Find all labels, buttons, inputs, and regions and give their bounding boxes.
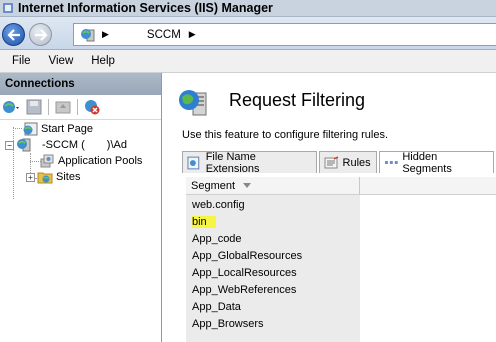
cell-segment: App_GlobalResources	[192, 250, 303, 262]
sort-down-icon	[243, 183, 251, 188]
tree-item-start-page[interactable]: Start Page	[20, 121, 93, 137]
table-row[interactable]: App_LocalResources	[186, 265, 297, 281]
cell-segment: App_Data	[192, 301, 241, 313]
extensions-icon	[187, 156, 200, 169]
tree-label-start-page: Start Page	[41, 123, 93, 135]
expand-toggle[interactable]: +	[26, 172, 35, 182]
column-label: Segment	[191, 180, 236, 192]
connect-globe-icon[interactable]	[2, 98, 20, 116]
start-page-icon	[23, 122, 38, 136]
forward-button[interactable]	[29, 23, 52, 46]
grid-body: web.config bin App_code App_GlobalResour…	[186, 195, 360, 342]
page-title: Request Filtering	[229, 90, 366, 110]
iis-icon	[3, 3, 13, 13]
sites-folder-icon	[37, 172, 53, 184]
segments-grid: Segment web.config bin App_code App_Glob…	[186, 177, 496, 342]
table-row[interactable]: App_code	[186, 231, 242, 247]
menu-help[interactable]: Help	[82, 55, 124, 67]
tree-item-app-pools[interactable]: Application Pools	[37, 153, 142, 169]
table-row[interactable]: App_Browsers	[186, 316, 264, 332]
disconnect-icon[interactable]	[83, 98, 101, 116]
cell-segment: bin	[192, 216, 216, 228]
tree-label-server-suffix: )\Ad	[106, 139, 127, 151]
tab-label: Rules	[342, 156, 371, 169]
table-row[interactable]: App_WebReferences	[186, 282, 296, 298]
table-row[interactable]: App_GlobalResources	[186, 248, 302, 264]
tree-label-app-pools: Application Pools	[58, 155, 143, 167]
arrow-right-icon	[34, 28, 48, 41]
title-bar: Internet Information Services (IIS) Mana…	[0, 0, 496, 17]
tree-item-server[interactable]: − -SCCM ( )\Ad	[5, 137, 127, 153]
connections-toolbar	[0, 95, 161, 120]
address-bar: ▶ SCCM ▶	[0, 17, 496, 50]
arrow-left-icon	[6, 28, 20, 41]
connections-tree: Start Page − -SCCM ( )\Ad Application Po…	[0, 120, 161, 320]
table-row[interactable]: web.config	[186, 197, 245, 213]
save-icon[interactable]	[25, 98, 43, 116]
tab-rules[interactable]: Rules	[318, 151, 377, 173]
breadcrumb-chevron-icon[interactable]: ▶	[189, 29, 196, 40]
up-level-icon[interactable]	[54, 98, 72, 116]
back-button[interactable]	[2, 23, 25, 46]
feature-tabs: File Name Extensions Rules Hidden Segmen…	[182, 150, 496, 175]
tree-label-sites: Sites	[56, 171, 81, 183]
tree-label-server: -SCCM (	[42, 139, 85, 151]
breadcrumb-chevron-icon[interactable]: ▶	[102, 29, 109, 40]
toolbar-divider	[77, 99, 78, 115]
menu-file[interactable]: File	[0, 55, 40, 67]
address-box[interactable]: ▶ SCCM ▶	[73, 23, 496, 46]
table-row[interactable]: bin	[186, 214, 216, 230]
feature-pane: Request Filtering Use this feature to co…	[166, 73, 496, 342]
tree-item-sites[interactable]: + Sites	[26, 169, 80, 185]
breadcrumb-server[interactable]: SCCM	[147, 29, 181, 41]
cell-segment: App_code	[192, 233, 242, 245]
tab-file-name-extensions[interactable]: File Name Extensions	[182, 150, 317, 175]
request-filtering-icon	[179, 90, 207, 116]
menu-view[interactable]: View	[40, 55, 83, 67]
application-pools-icon	[40, 154, 54, 168]
toolbar-divider	[48, 99, 49, 115]
column-header-segment[interactable]: Segment	[186, 177, 360, 195]
server-icon	[17, 138, 31, 152]
grid-header: Segment	[186, 177, 496, 195]
connections-header: Connections	[0, 73, 161, 95]
hidden-segments-icon	[384, 160, 398, 164]
table-row[interactable]: App_Data	[186, 299, 241, 315]
server-globe-icon	[81, 28, 95, 41]
cell-segment: web.config	[192, 199, 245, 211]
cell-segment: App_LocalResources	[192, 267, 297, 279]
menu-bar: File View Help	[0, 50, 496, 73]
rules-icon	[324, 155, 338, 168]
connections-pane: Connections Start Page − -SCCM ()\Ad Ap…	[0, 73, 162, 342]
cell-segment: App_WebReferences	[192, 284, 297, 296]
tab-hidden-segments[interactable]: Hidden Segments	[378, 150, 494, 175]
tab-label: File Name Extensions	[205, 150, 260, 175]
page-description: Use this feature to configure filtering …	[182, 129, 389, 141]
cell-segment: App_Browsers	[192, 318, 264, 330]
collapse-toggle[interactable]: −	[5, 140, 14, 150]
tab-label: Hidden Segments	[402, 150, 452, 175]
window-title: Internet Information Services (IIS) Mana…	[18, 1, 273, 15]
